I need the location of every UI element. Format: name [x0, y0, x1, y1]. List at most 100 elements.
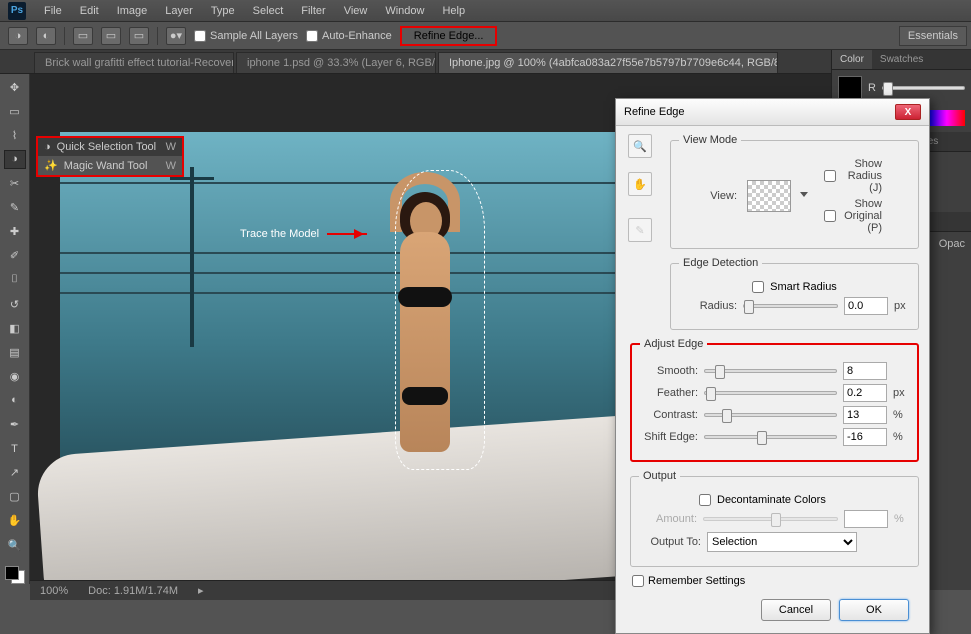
- dialog-title: Refine Edge: [624, 106, 685, 118]
- smooth-input[interactable]: [843, 362, 887, 380]
- lasso-tool-icon[interactable]: ⌇: [4, 126, 26, 144]
- add-selection-icon[interactable]: ▭: [101, 27, 121, 45]
- refine-edge-dialog: Refine Edge X View Mode View: Show Radiu…: [615, 98, 930, 634]
- ok-button[interactable]: OK: [839, 599, 909, 621]
- decontaminate-checkbox[interactable]: [699, 494, 711, 506]
- r-slider[interactable]: [882, 86, 965, 90]
- r-channel-label: R: [868, 82, 876, 94]
- menu-edit[interactable]: Edit: [72, 2, 107, 20]
- current-tool-icon[interactable]: ◑: [8, 27, 28, 45]
- pen-tool-icon[interactable]: ✒: [4, 416, 26, 434]
- radius-label: Radius:: [679, 300, 737, 312]
- close-button[interactable]: X: [895, 104, 921, 120]
- type-tool-icon[interactable]: T: [4, 440, 26, 458]
- contrast-label: Contrast:: [640, 409, 698, 421]
- move-tool-icon[interactable]: ✥: [4, 78, 26, 96]
- show-original-label: Show Original (P): [840, 198, 882, 234]
- zoom-level[interactable]: 100%: [40, 585, 68, 597]
- view-label: View:: [679, 190, 737, 202]
- flyout-label: Magic Wand Tool: [64, 160, 148, 172]
- document-tab-active[interactable]: Iphone.jpg @ 100% (4abfca083a27f55e7b579…: [438, 52, 778, 73]
- remember-settings-checkbox[interactable]: [632, 575, 644, 587]
- history-brush-tool-icon[interactable]: ↺: [4, 295, 26, 313]
- dodge-tool-icon[interactable]: ◐: [4, 391, 26, 409]
- view-mode-legend: View Mode: [679, 134, 741, 146]
- eyedropper-tool-icon[interactable]: ✎: [4, 199, 26, 217]
- menu-layer[interactable]: Layer: [157, 2, 201, 20]
- feather-slider[interactable]: [704, 391, 837, 395]
- shape-tool-icon[interactable]: ▢: [4, 488, 26, 506]
- menu-image[interactable]: Image: [109, 2, 156, 20]
- hand-tool-icon[interactable]: ✋: [628, 172, 652, 196]
- eraser-tool-icon[interactable]: ◧: [4, 319, 26, 337]
- new-selection-icon[interactable]: ▭: [73, 27, 93, 45]
- dialog-titlebar[interactable]: Refine Edge X: [616, 99, 929, 126]
- stamp-tool-icon[interactable]: ⌷: [4, 271, 26, 289]
- sample-all-layers-checkbox[interactable]: [194, 30, 206, 42]
- menu-view[interactable]: View: [336, 2, 376, 20]
- brush-size-icon[interactable]: ●▾: [166, 27, 186, 45]
- options-bar: ◑ ◐ ▭ ▭ ▭ ●▾ Sample All Layers Auto-Enha…: [0, 22, 971, 50]
- shift-edge-slider[interactable]: [704, 435, 837, 439]
- hand-tool-icon[interactable]: ✋: [4, 512, 26, 530]
- cancel-button[interactable]: Cancel: [761, 599, 831, 621]
- document-tab[interactable]: Brick wall grafitti effect tutorial-Reco…: [34, 52, 234, 73]
- auto-enhance-label: Auto-Enhance: [322, 30, 392, 42]
- document-tab[interactable]: iphone 1.psd @ 33.3% (Layer 6, RGB/8...×: [236, 52, 436, 73]
- smart-radius-label: Smart Radius: [770, 281, 837, 293]
- healing-tool-icon[interactable]: ✚: [4, 223, 26, 241]
- remember-settings-label: Remember Settings: [648, 575, 745, 587]
- brush-tool-icon[interactable]: ✐: [4, 247, 26, 265]
- refine-edge-button[interactable]: Refine Edge...: [400, 26, 498, 46]
- menu-filter[interactable]: Filter: [293, 2, 333, 20]
- magic-wand-icon: ✨: [44, 159, 58, 172]
- shift-edge-input[interactable]: [843, 428, 887, 446]
- amount-input: [844, 510, 888, 528]
- radius-input[interactable]: [844, 297, 888, 315]
- color-swatch[interactable]: [838, 76, 862, 100]
- show-radius-checkbox[interactable]: [824, 170, 836, 182]
- flyout-magic-wand[interactable]: ✨ Magic Wand Tool W: [38, 156, 182, 175]
- app-logo: Ps: [8, 2, 26, 20]
- gradient-tool-icon[interactable]: ▤: [4, 343, 26, 361]
- show-original-checkbox[interactable]: [824, 210, 836, 222]
- menu-help[interactable]: Help: [434, 2, 473, 20]
- zoom-tool-icon[interactable]: 🔍: [628, 134, 652, 158]
- model-graphic: [340, 162, 520, 522]
- brush-preset-icon[interactable]: ◐: [36, 27, 56, 45]
- quick-selection-icon: ◑: [44, 141, 51, 153]
- blur-tool-icon[interactable]: ◉: [4, 367, 26, 385]
- crop-tool-icon[interactable]: ✂: [4, 175, 26, 193]
- arrow-icon: [327, 233, 367, 235]
- dialog-tools: 🔍 ✋ ✎: [628, 134, 652, 242]
- foreground-background-swatch[interactable]: [5, 566, 25, 584]
- auto-enhance-checkbox[interactable]: [306, 30, 318, 42]
- zoom-tool-icon[interactable]: 🔍: [4, 536, 26, 554]
- subtract-selection-icon[interactable]: ▭: [129, 27, 149, 45]
- menu-type[interactable]: Type: [203, 2, 243, 20]
- chevron-right-icon[interactable]: ▸: [198, 584, 204, 597]
- path-tool-icon[interactable]: ↗: [4, 464, 26, 482]
- flyout-quick-selection[interactable]: ◑ Quick Selection Tool W: [38, 138, 182, 156]
- smooth-slider[interactable]: [704, 369, 837, 373]
- chevron-down-icon[interactable]: [800, 192, 808, 201]
- refine-radius-tool-icon[interactable]: ✎: [628, 218, 652, 242]
- workspace-switcher[interactable]: Essentials: [899, 26, 967, 46]
- color-panel-tab[interactable]: Color: [832, 50, 872, 69]
- contrast-input[interactable]: [843, 406, 887, 424]
- background-pole: [190, 167, 194, 347]
- menu-select[interactable]: Select: [245, 2, 292, 20]
- quick-selection-flyout: ◑ Quick Selection Tool W ✨ Magic Wand To…: [36, 136, 184, 177]
- output-to-select[interactable]: Selection: [707, 532, 857, 552]
- menu-window[interactable]: Window: [377, 2, 432, 20]
- menu-file[interactable]: File: [36, 2, 70, 20]
- view-thumbnail[interactable]: [747, 180, 791, 212]
- marquee-tool-icon[interactable]: ▭: [4, 102, 26, 120]
- swatches-panel-tab[interactable]: Swatches: [872, 50, 931, 69]
- selection-marquee: [395, 170, 485, 470]
- contrast-slider[interactable]: [704, 413, 837, 417]
- smart-radius-checkbox[interactable]: [752, 281, 764, 293]
- feather-input[interactable]: [843, 384, 887, 402]
- radius-slider[interactable]: [743, 304, 838, 308]
- quick-selection-tool-icon[interactable]: ◑: [4, 150, 26, 168]
